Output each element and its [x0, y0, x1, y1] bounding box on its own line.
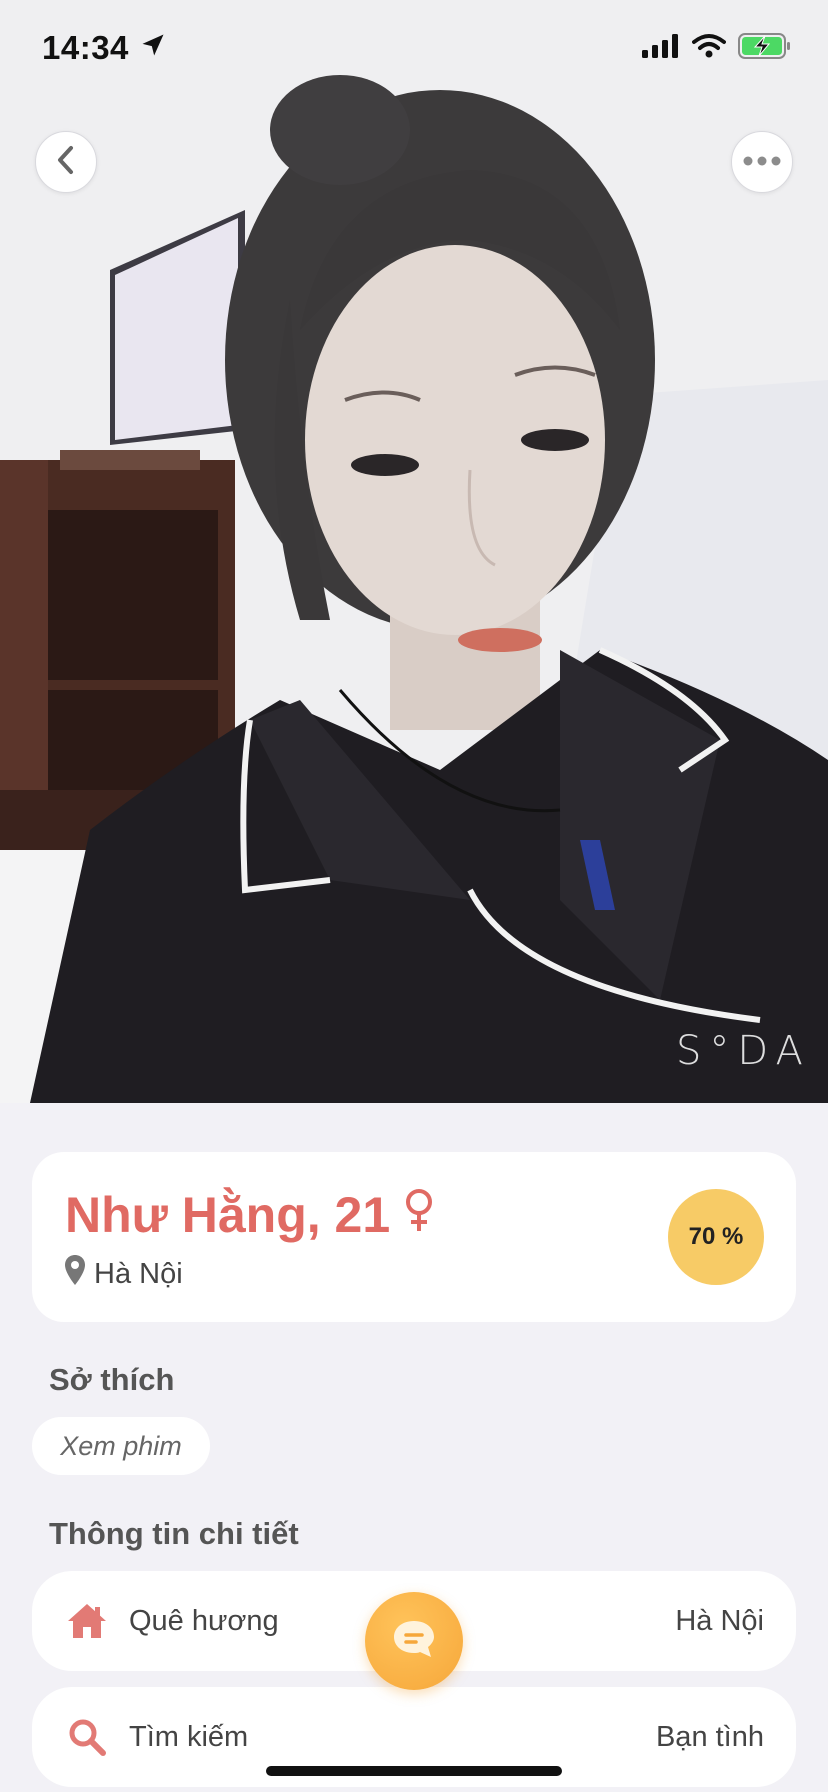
photo-watermark: S°DA	[676, 1028, 811, 1074]
detail-value: Bạn tình	[655, 1720, 764, 1753]
profile-location-text: Hà Nội	[94, 1257, 183, 1290]
ellipsis-icon	[743, 153, 781, 171]
back-button[interactable]	[35, 131, 97, 193]
profile-name-age: Như Hằng, 21	[65, 1187, 391, 1243]
battery-charging-icon	[738, 32, 792, 64]
status-icons	[642, 32, 792, 64]
profile-location: Hà Nội	[64, 1254, 183, 1294]
detail-label: Tìm kiếm	[129, 1720, 249, 1753]
wifi-icon	[692, 33, 726, 64]
status-time-group: 14:34	[42, 29, 167, 67]
search-icon	[65, 1715, 109, 1759]
more-options-button[interactable]	[731, 131, 793, 193]
detail-value: Hà Nội	[675, 1604, 764, 1637]
home-indicator	[266, 1766, 562, 1776]
chat-bubble-icon	[391, 1618, 437, 1665]
female-icon	[404, 1186, 434, 1244]
details-title: Thông tin chi tiết	[49, 1516, 299, 1551]
profile-name-row: Như Hằng, 21	[65, 1186, 434, 1244]
cellular-signal-icon	[642, 33, 680, 63]
status-bar: 14:34	[0, 0, 828, 96]
location-arrow-icon	[139, 29, 167, 67]
match-percent-badge: 70 %	[668, 1189, 764, 1285]
interests-title: Sở thích	[49, 1362, 175, 1397]
chevron-left-icon	[53, 145, 79, 180]
profile-screen: 14:34 S°DA Như Hằng, 21 Hà Nội 70 % Sở t…	[0, 0, 828, 1792]
profile-card: Như Hằng, 21 Hà Nội 70 %	[32, 1152, 796, 1322]
interest-chip: Xem phim	[32, 1417, 210, 1475]
location-pin-icon	[64, 1254, 86, 1294]
status-time: 14:34	[42, 29, 129, 66]
profile-photo[interactable]	[0, 0, 828, 1103]
home-icon	[65, 1599, 109, 1643]
chat-button[interactable]	[365, 1592, 463, 1690]
profile-photo-illustration	[0, 0, 828, 1103]
